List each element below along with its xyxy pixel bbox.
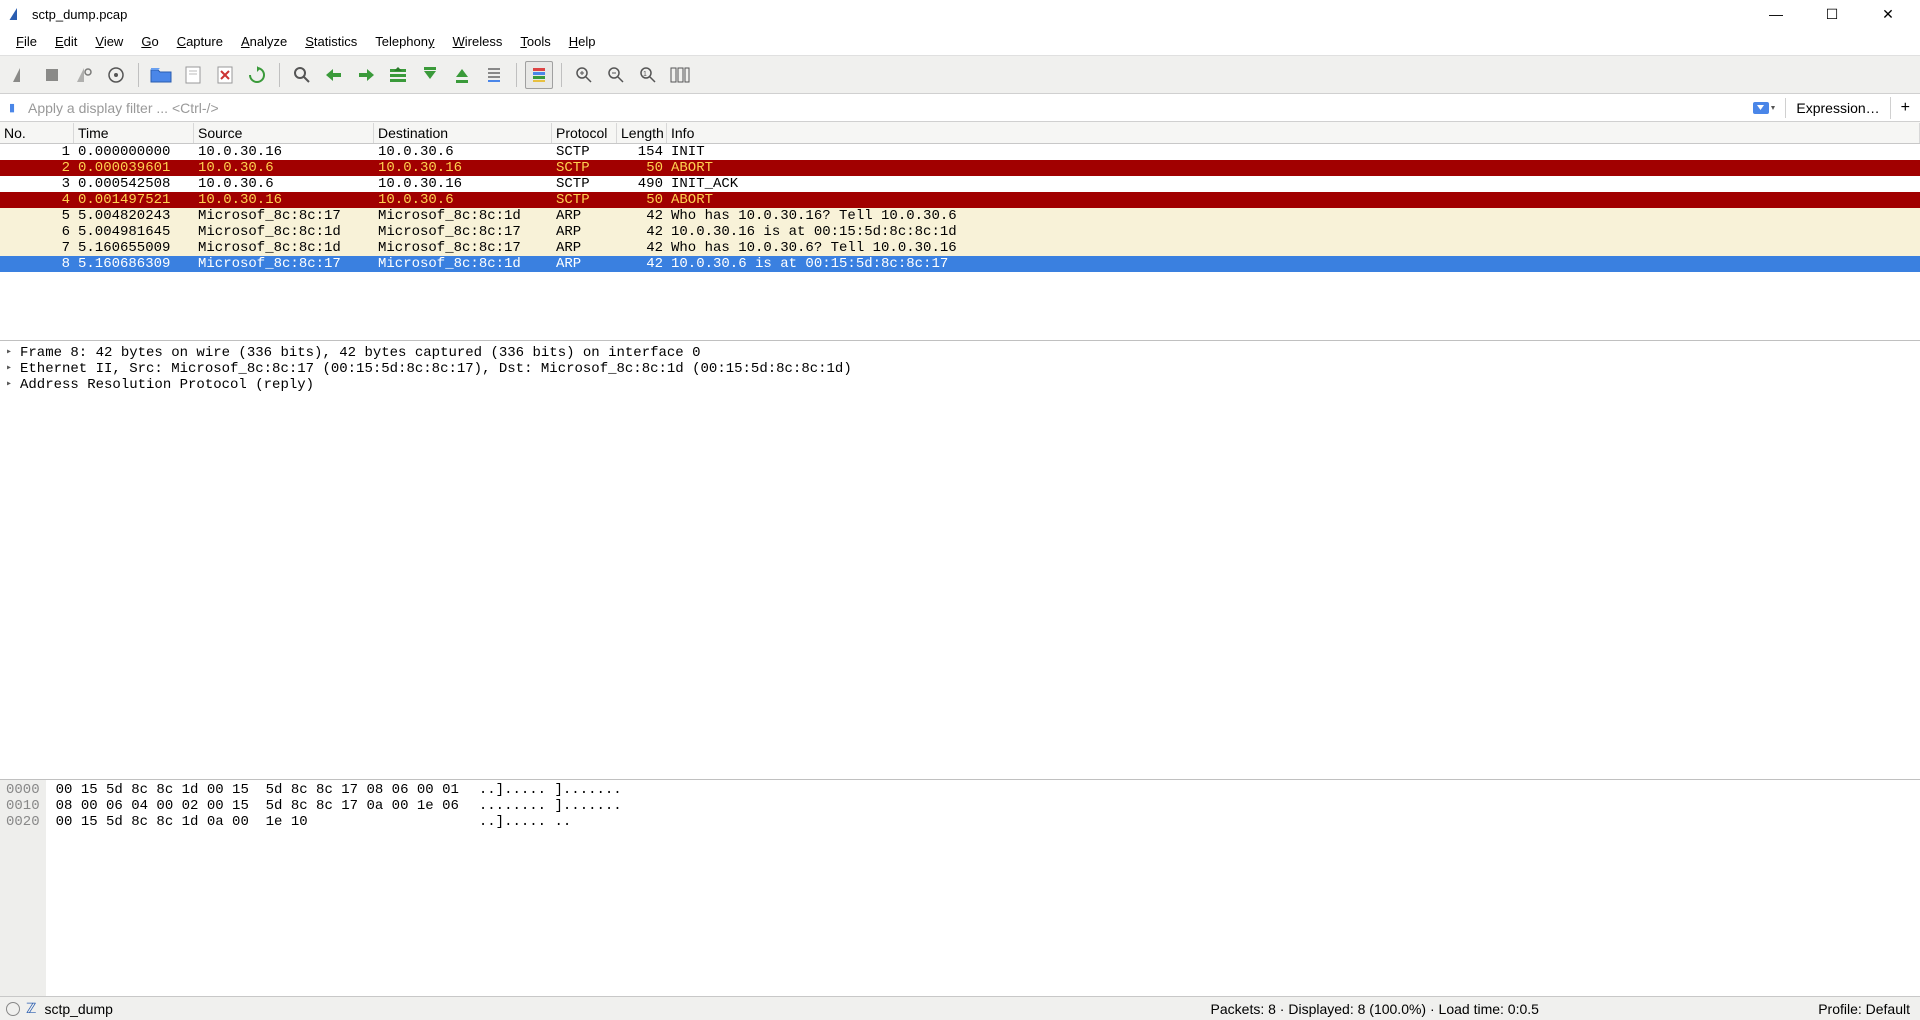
packet-row[interactable]: 75.160655009Microsof_8c:8c:1dMicrosof_8c… — [0, 240, 1920, 256]
save-file-icon[interactable] — [179, 61, 207, 89]
find-icon[interactable] — [288, 61, 316, 89]
expand-icon[interactable]: ▸ — [6, 361, 16, 377]
col-destination[interactable]: Destination — [374, 123, 552, 143]
menu-analyze[interactable]: Analyze — [233, 30, 295, 53]
menu-view[interactable]: View — [87, 30, 131, 53]
close-file-icon[interactable] — [211, 61, 239, 89]
detail-text: Address Resolution Protocol (reply) — [20, 377, 314, 393]
packet-rows: 10.00000000010.0.30.1610.0.30.6SCTP154IN… — [0, 144, 1920, 340]
col-time[interactable]: Time — [74, 123, 194, 143]
window-buttons: — ☐ ✕ — [1760, 4, 1904, 24]
menu-tools[interactable]: Tools — [512, 30, 558, 53]
col-length[interactable]: Length — [617, 123, 667, 143]
filter-dropdown-icon[interactable] — [1749, 98, 1779, 118]
menu-wireless[interactable]: Wireless — [445, 30, 511, 53]
maximize-button[interactable]: ☐ — [1816, 4, 1848, 24]
detail-text: Frame 8: 42 bytes on wire (336 bits), 42… — [20, 345, 701, 361]
detail-line[interactable]: ▸Frame 8: 42 bytes on wire (336 bits), 4… — [6, 345, 1914, 361]
menu-statistics[interactable]: Statistics — [297, 30, 365, 53]
menu-go[interactable]: Go — [133, 30, 166, 53]
packet-row[interactable]: 65.004981645Microsof_8c:8c:1dMicrosof_8c… — [0, 224, 1920, 240]
expand-icon[interactable]: ▸ — [6, 345, 16, 361]
packet-row[interactable]: 20.00003960110.0.30.610.0.30.16SCTP50ABO… — [0, 160, 1920, 176]
col-info[interactable]: Info — [667, 123, 1920, 143]
expression-button[interactable]: Expression… — [1785, 98, 1889, 118]
toolbar-separator — [138, 63, 139, 87]
status-bar: ℤ sctp_dump Packets: 8 · Displayed: 8 (1… — [0, 996, 1920, 1020]
reload-icon[interactable] — [243, 61, 271, 89]
expand-icon[interactable]: ▸ — [6, 377, 16, 393]
packet-details-pane[interactable]: ▸Frame 8: 42 bytes on wire (336 bits), 4… — [0, 341, 1920, 780]
go-to-packet-icon[interactable] — [384, 61, 412, 89]
zoom-out-icon[interactable] — [602, 61, 630, 89]
packet-row[interactable]: 55.004820243Microsof_8c:8c:17Microsof_8c… — [0, 208, 1920, 224]
status-mid: Packets: 8 · Displayed: 8 (100.0%) · Loa… — [931, 1001, 1818, 1017]
detail-text: Ethernet II, Src: Microsof_8c:8c:17 (00:… — [20, 361, 852, 377]
svg-text:1: 1 — [643, 71, 647, 78]
col-no[interactable]: No. — [0, 123, 74, 143]
expert-info-icon[interactable] — [6, 1002, 20, 1016]
col-source[interactable]: Source — [194, 123, 374, 143]
packet-row[interactable]: 30.00054250810.0.30.610.0.30.16SCTP490IN… — [0, 176, 1920, 192]
toolbar-separator — [279, 63, 280, 87]
capture-options-icon[interactable] — [102, 61, 130, 89]
capture-file-properties-icon[interactable]: ℤ — [26, 1000, 36, 1017]
go-back-icon[interactable] — [320, 61, 348, 89]
go-first-icon[interactable] — [416, 61, 444, 89]
menu-edit[interactable]: Edit — [47, 30, 85, 53]
add-filter-button[interactable]: + — [1890, 97, 1920, 119]
capture-stop-icon[interactable] — [38, 61, 66, 89]
zoom-reset-icon[interactable]: 1 — [634, 61, 662, 89]
toolbar: 1 — [0, 56, 1920, 94]
detail-line[interactable]: ▸Address Resolution Protocol (reply) — [6, 377, 1914, 393]
hex-offsets: 000000100020 — [0, 780, 46, 996]
toolbar-separator — [516, 63, 517, 87]
minimize-button[interactable]: — — [1760, 4, 1792, 24]
capture-start-icon[interactable] — [6, 61, 34, 89]
close-button[interactable]: ✕ — [1872, 4, 1904, 24]
hex-ascii: ..]..... ]............... ].........]...… — [469, 780, 632, 996]
menu-help[interactable]: Help — [561, 30, 604, 53]
go-last-icon[interactable] — [448, 61, 476, 89]
display-filter-input[interactable] — [24, 98, 1749, 118]
packet-row[interactable]: 10.00000000010.0.30.1610.0.30.6SCTP154IN… — [0, 144, 1920, 160]
resize-columns-icon[interactable] — [666, 61, 694, 89]
filter-bar: ▮ Expression… + — [0, 94, 1920, 122]
capture-restart-icon[interactable] — [70, 61, 98, 89]
packet-bytes-pane[interactable]: 000000100020 00 15 5d 8c 8c 1d 00 15 5d … — [0, 780, 1920, 996]
go-forward-icon[interactable] — [352, 61, 380, 89]
toolbar-separator — [561, 63, 562, 87]
colorize-icon[interactable] — [525, 61, 553, 89]
packet-list: No. Time Source Destination Protocol Len… — [0, 122, 1920, 341]
packet-row[interactable]: 40.00149752110.0.30.1610.0.30.6SCTP50ABO… — [0, 192, 1920, 208]
bookmark-icon[interactable]: ▮ — [4, 100, 20, 116]
window-title: sctp_dump.pcap — [32, 7, 1760, 22]
zoom-in-icon[interactable] — [570, 61, 598, 89]
col-protocol[interactable]: Protocol — [552, 123, 617, 143]
packet-list-header: No. Time Source Destination Protocol Len… — [0, 122, 1920, 144]
status-profile[interactable]: Profile: Default — [1818, 1001, 1914, 1017]
auto-scroll-icon[interactable] — [480, 61, 508, 89]
menu-telephony[interactable]: Telephony — [367, 30, 442, 53]
titlebar: sctp_dump.pcap — ☐ ✕ — [0, 0, 1920, 28]
status-left: sctp_dump — [44, 1001, 931, 1017]
menubar: File Edit View Go Capture Analyze Statis… — [0, 28, 1920, 56]
packet-row[interactable]: 85.160686309Microsof_8c:8c:17Microsof_8c… — [0, 256, 1920, 272]
open-file-icon[interactable] — [147, 61, 175, 89]
detail-line[interactable]: ▸Ethernet II, Src: Microsof_8c:8c:17 (00… — [6, 361, 1914, 377]
hex-bytes: 00 15 5d 8c 8c 1d 00 15 5d 8c 8c 17 08 0… — [46, 780, 469, 996]
menu-file[interactable]: File — [8, 30, 45, 53]
app-icon — [8, 5, 26, 23]
menu-capture[interactable]: Capture — [169, 30, 231, 53]
